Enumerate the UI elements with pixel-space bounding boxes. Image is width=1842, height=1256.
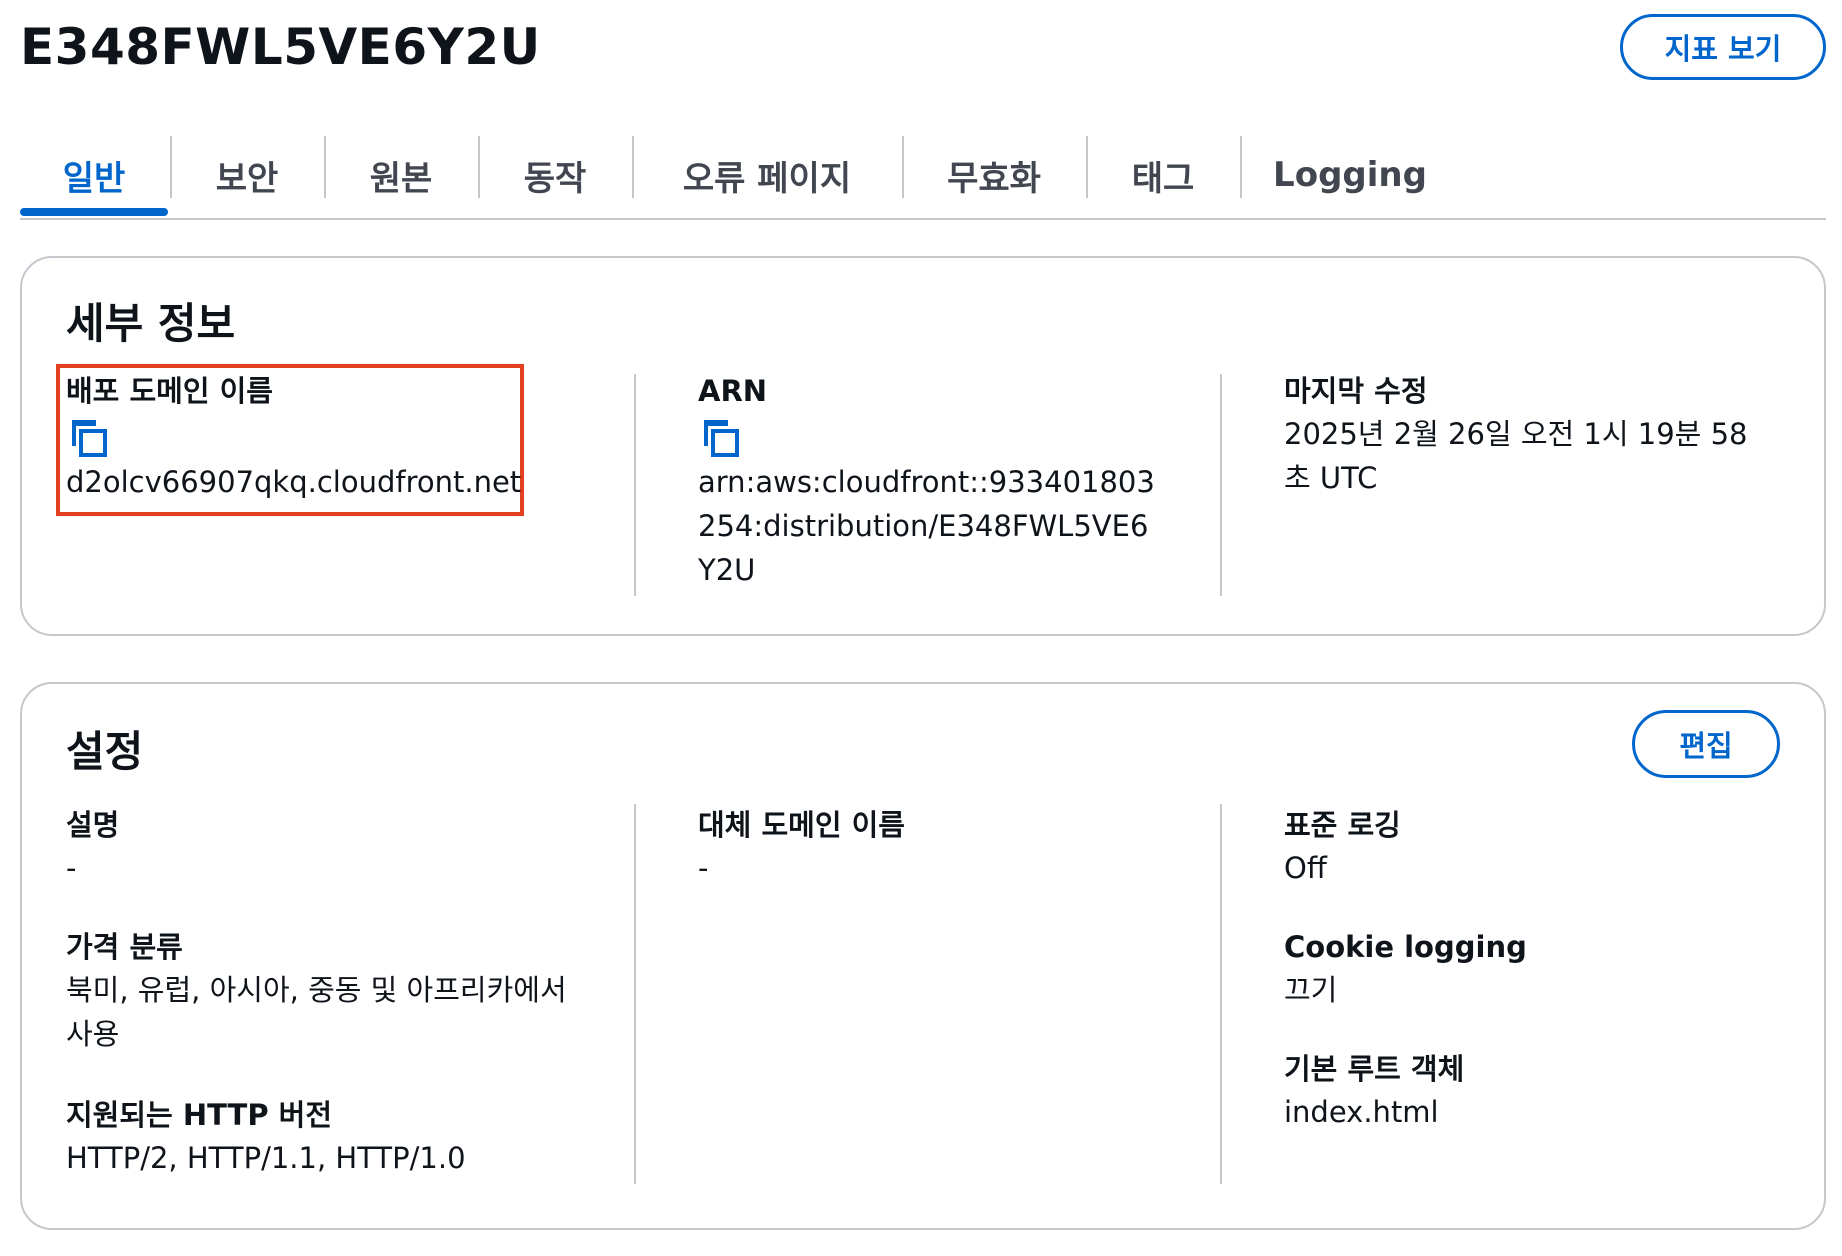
description-label: 설명 [66,808,120,842]
field-standard-logging: 표준 로깅 Off [1284,804,1784,890]
page-title: E348FWL5VE6Y2U [20,18,541,76]
price-class-value-line: 북미, 유럽, 아시아, 중동 및 아프리카에서 [66,973,567,1007]
active-tab-indicator [20,208,168,216]
field-http-versions: 지원되는 HTTP 버전 HTTP/2, HTTP/1.1, HTTP/1.0 [66,1094,606,1180]
details-title: 세부 정보 [66,299,236,348]
arn-value-line: 254:distribution/E348FWL5VE6 [698,509,1149,543]
field-alternate-domain: 대체 도메인 이름 - [698,804,1178,890]
tab-invalidations[interactable]: 무효화 [904,132,1084,218]
settings-panel: 설정 편집 설명 - 가격 분류 북미, 유럽, 아시아, 중동 및 아프리카에… [20,682,1826,1230]
last-modified-label: 마지막 수정 [1284,374,1428,408]
field-description: 설명 - [66,804,606,890]
price-class-value-line: 사용 [66,1017,120,1051]
field-arn: ARN arn:aws:cloudfront::933401803 254:di… [698,370,1178,592]
last-modified-value-line: 초 UTC [1284,461,1378,495]
http-versions-value: HTTP/2, HTTP/1.1, HTTP/1.0 [66,1141,466,1175]
distribution-page: E348FWL5VE6Y2U 지표 보기 일반 보안 원본 동작 오류 페이지 … [0,0,1842,1256]
tab-origins[interactable]: 원본 [326,132,476,218]
copy-icon[interactable] [698,416,742,460]
field-domain-name: 배포 도메인 이름 d2olcv66907qkq.cloudfront.net [66,370,522,504]
arn-value-line: Y2U [698,553,756,587]
price-class-label: 가격 분류 [66,930,183,964]
cookie-logging-value: 끄기 [1284,973,1338,1007]
field-price-class: 가격 분류 북미, 유럽, 아시아, 중동 및 아프리카에서 사용 [66,926,606,1056]
alternate-domain-value: - [698,851,709,885]
domain-name-label: 배포 도메인 이름 [66,374,273,408]
tab-security[interactable]: 보안 [172,132,322,218]
http-versions-label: 지원되는 HTTP 버전 [66,1098,333,1132]
view-metrics-button[interactable]: 지표 보기 [1620,14,1826,80]
last-modified-value-line: 2025년 2월 26일 오전 1시 19분 58 [1284,417,1748,451]
field-cookie-logging: Cookie logging 끄기 [1284,926,1784,1012]
tab-logging[interactable]: Logging [1242,132,1458,218]
column-divider [634,374,636,596]
column-divider [634,804,636,1184]
copy-icon[interactable] [66,416,110,460]
description-value: - [66,851,77,885]
alternate-domain-label: 대체 도메인 이름 [698,808,905,842]
standard-logging-value: Off [1284,851,1327,885]
tab-error-pages[interactable]: 오류 페이지 [634,132,900,218]
arn-value-line: arn:aws:cloudfront::933401803 [698,465,1155,499]
field-default-root-object: 기본 루트 객체 index.html [1284,1048,1784,1134]
default-root-object-label: 기본 루트 객체 [1284,1052,1465,1086]
column-divider [1220,804,1222,1184]
cookie-logging-label: Cookie logging [1284,930,1527,964]
standard-logging-label: 표준 로깅 [1284,808,1401,842]
edit-button[interactable]: 편집 [1632,710,1780,778]
settings-title: 설정 [66,727,144,776]
domain-name-value: d2olcv66907qkq.cloudfront.net [66,465,522,499]
tab-bar: 일반 보안 원본 동작 오류 페이지 무효화 태그 Logging [20,132,1826,220]
arn-label: ARN [698,374,768,408]
details-panel: 세부 정보 배포 도메인 이름 d2olcv66907qkq.cloudfron… [20,256,1826,636]
tab-general[interactable]: 일반 [20,132,168,218]
column-divider [1220,374,1222,596]
tab-tags[interactable]: 태그 [1088,132,1238,218]
default-root-object-value: index.html [1284,1095,1439,1129]
field-last-modified: 마지막 수정 2025년 2월 26일 오전 1시 19분 58 초 UTC [1284,370,1784,500]
tab-behaviors[interactable]: 동작 [480,132,630,218]
